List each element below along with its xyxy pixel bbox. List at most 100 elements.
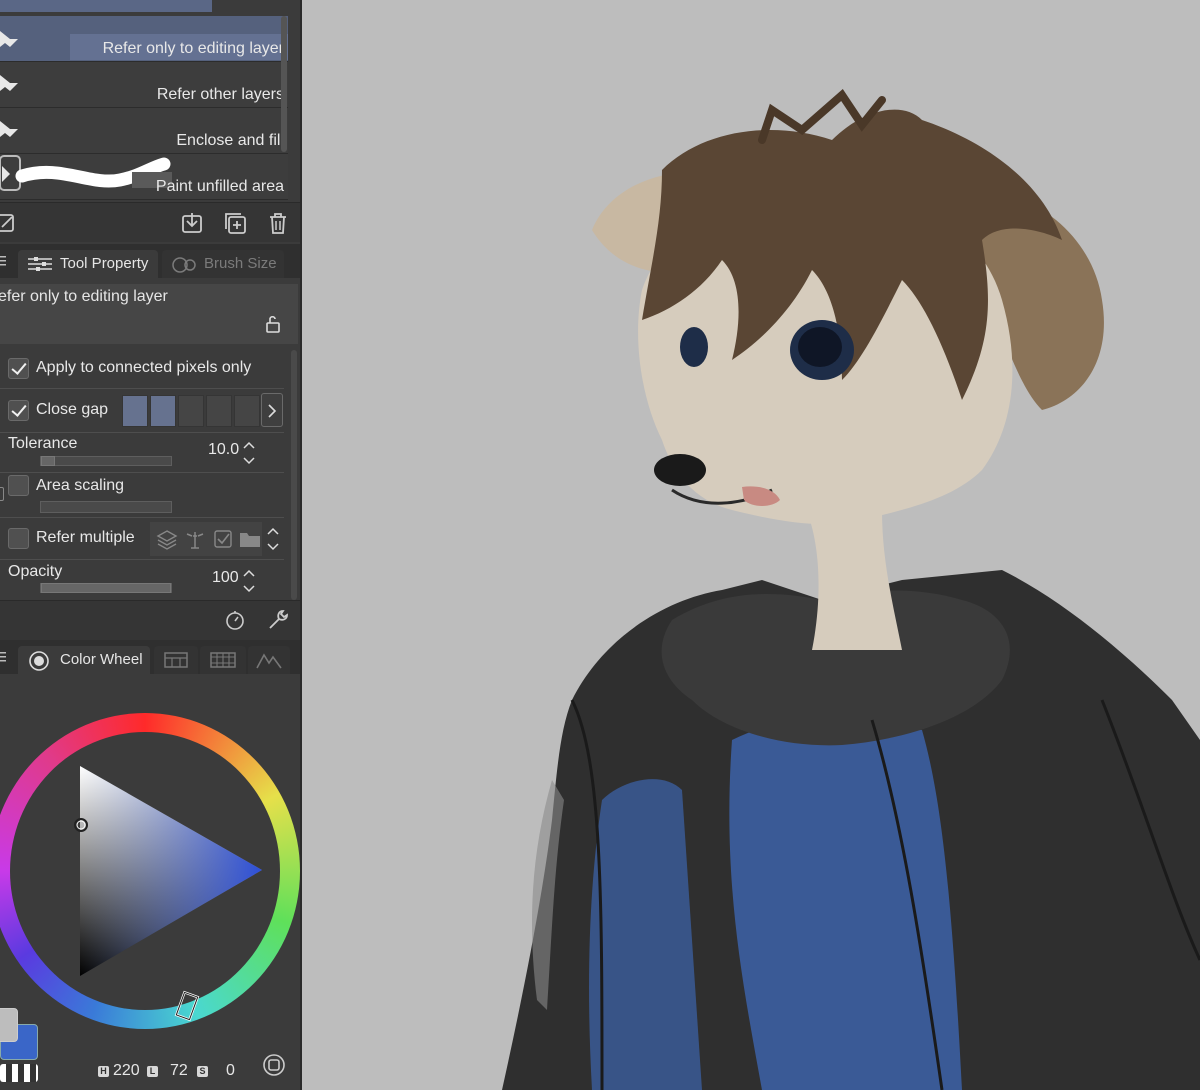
close-gap-next-button[interactable] (261, 393, 283, 427)
saturation-triangle[interactable] (0, 680, 300, 1090)
subtool-list: Refer only to editing layer Refer other … (0, 0, 290, 202)
subtool-toolbar (0, 202, 300, 242)
brush-size-icon (172, 257, 196, 273)
close-gap-checkbox[interactable] (8, 400, 29, 421)
tolerance-spinner[interactable] (242, 440, 256, 466)
color-wheel-icon (29, 651, 49, 671)
timer-icon[interactable] (224, 609, 246, 631)
row-refer-multiple: Refer multiple (0, 518, 284, 560)
subtool-item-label: Refer other layers (156, 86, 284, 103)
folder-icon[interactable] (238, 528, 262, 550)
tab-color-set[interactable] (154, 646, 198, 674)
saturation-value: 0 (226, 1062, 235, 1079)
property-scrollbar[interactable] (291, 350, 297, 600)
menu-icon[interactable] (0, 256, 6, 266)
fill-bucket-icon (0, 75, 18, 91)
drawing-canvas[interactable] (302, 0, 1200, 1090)
s-tag: S (197, 1066, 208, 1077)
menu-icon[interactable] (0, 652, 6, 662)
shirt (729, 718, 962, 1090)
subtool-item-enclose-fill[interactable]: Enclose and fill (0, 108, 288, 154)
right-pupil (798, 327, 842, 367)
edit-icon[interactable] (0, 211, 18, 235)
refer-multiple-spinner[interactable] (266, 526, 280, 552)
mountain-icon (256, 653, 282, 669)
opacity-slider[interactable] (40, 583, 172, 593)
unlock-icon[interactable] (263, 314, 283, 334)
close-gap-level-1[interactable] (122, 395, 148, 427)
lighthouse-icon[interactable] (184, 528, 206, 550)
sub-color-swatch[interactable] (0, 1008, 18, 1042)
refer-multiple-options (150, 522, 262, 556)
download-icon[interactable] (180, 211, 204, 235)
apply-connected-checkbox[interactable] (8, 358, 29, 379)
row-area-scaling: Area scaling (0, 473, 284, 518)
apply-connected-label: Apply to connected pixels only (36, 359, 252, 376)
checkbox-icon[interactable] (212, 528, 234, 550)
property-footer (0, 600, 300, 640)
sliders-icon (28, 257, 52, 271)
transparent-swatch[interactable] (0, 1064, 38, 1082)
opacity-slider-thumb[interactable] (41, 583, 171, 593)
opacity-spinner[interactable] (242, 568, 256, 594)
row-tolerance: Tolerance 10.0 (0, 433, 284, 473)
tab-brush-size[interactable]: Brush Size (162, 250, 284, 278)
refer-multiple-label: Refer multiple (36, 529, 135, 546)
color-set-icon (164, 652, 188, 668)
trash-icon[interactable] (266, 211, 290, 235)
l-tag: L (147, 1066, 158, 1077)
subtool-item-label: Enclose and fill (176, 132, 284, 149)
subtool-item-label: Paint unfilled area (155, 178, 284, 195)
left-panel: Refer only to editing layer Refer other … (0, 0, 302, 1090)
tab-color-wheel[interactable]: Color Wheel (18, 646, 150, 674)
subtool-topbar (0, 0, 212, 12)
close-gap-level-4[interactable] (206, 395, 232, 427)
tool-property-header: efer only to editing layer (0, 284, 298, 344)
color-tabbar: Color Wheel (0, 640, 300, 674)
close-gap-level-3[interactable] (178, 395, 204, 427)
close-gap-label: Close gap (36, 401, 109, 418)
luminance-value: 72 (170, 1062, 188, 1079)
opacity-value[interactable]: 100 (212, 569, 239, 587)
fill-bucket-icon (0, 121, 18, 137)
area-scaling-slider[interactable] (40, 501, 172, 513)
area-scaling-checkbox[interactable] (8, 475, 29, 496)
tab-label: Tool Property (60, 255, 149, 272)
refer-multiple-checkbox[interactable] (8, 528, 29, 549)
area-scaling-label: Area scaling (36, 477, 125, 494)
h-tag: H (98, 1066, 109, 1077)
chevron-right-icon (268, 404, 277, 418)
layers-icon[interactable] (156, 528, 178, 550)
hue-value: 220 (113, 1062, 140, 1079)
tab-intermediate-color[interactable] (248, 646, 290, 674)
tool-property-tabbar: Tool Property Brush Size (0, 244, 300, 278)
opacity-label: Opacity (8, 563, 63, 580)
subtool-item-refer-editing[interactable]: Refer only to editing layer (0, 16, 288, 62)
wrench-icon[interactable] (266, 608, 290, 632)
tolerance-slider-thumb[interactable] (41, 456, 55, 466)
close-gap-level-5[interactable] (234, 395, 260, 427)
artwork (502, 88, 1200, 1090)
nose (654, 454, 706, 486)
tab-tool-property[interactable]: Tool Property (18, 250, 158, 278)
tab-label: Brush Size (204, 255, 277, 272)
tolerance-slider[interactable] (40, 456, 172, 466)
left-eye (680, 327, 708, 367)
subtool-name: efer only to editing layer (0, 288, 168, 305)
fill-bucket-icon (0, 31, 18, 47)
tab-label: Color Wheel (60, 651, 143, 668)
subtool-item-paint-unfilled[interactable]: Paint unfilled area (0, 154, 288, 200)
subtool-item-refer-other[interactable]: Refer other layers (0, 62, 288, 108)
area-scaling-toggle[interactable] (0, 487, 4, 501)
color-wheel-panel (0, 680, 300, 1090)
subtool-item-label: Refer only to editing layer (102, 40, 284, 57)
subtool-scrollbar[interactable] (281, 16, 287, 152)
tolerance-value[interactable]: 10.0 (208, 441, 239, 459)
row-apply-connected: Apply to connected pixels only (0, 348, 284, 389)
tolerance-label: Tolerance (8, 435, 78, 452)
duplicate-icon[interactable] (223, 211, 247, 235)
color-mode-icon[interactable] (262, 1053, 286, 1077)
row-opacity: Opacity 100 (0, 560, 284, 598)
close-gap-level-2[interactable] (150, 395, 176, 427)
tab-color-history[interactable] (200, 646, 246, 674)
